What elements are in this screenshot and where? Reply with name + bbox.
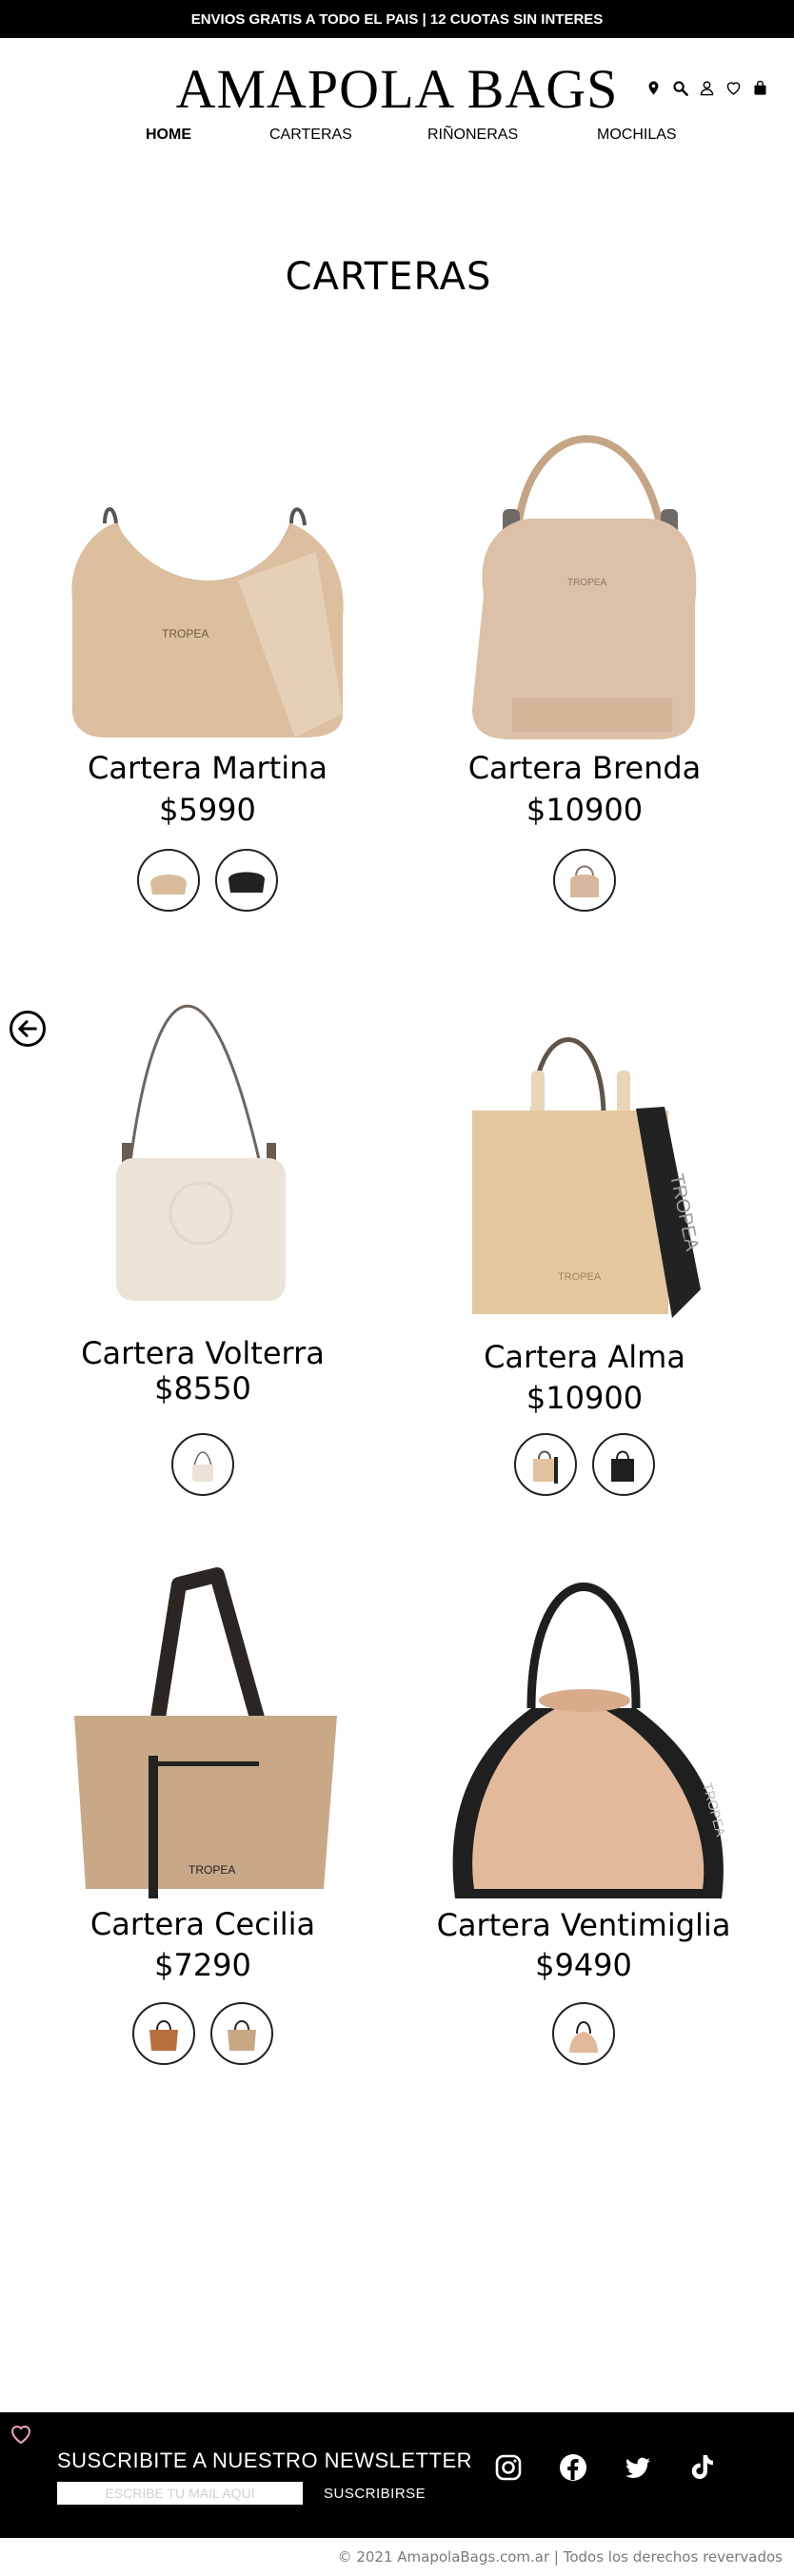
product-image[interactable]: TROPEA (427, 1537, 741, 1908)
color-swatch[interactable] (137, 849, 200, 912)
page-title: CARTERAS (285, 255, 492, 299)
color-swatches (67, 1433, 339, 1496)
newsletter-email-input[interactable] (57, 2482, 303, 2505)
product-name[interactable]: Cartera Cecilia (65, 1906, 341, 1942)
product-image[interactable]: TROPEA (446, 395, 724, 747)
product-image[interactable]: TROPEA (65, 1565, 341, 1908)
svg-text:TROPEA: TROPEA (162, 627, 208, 640)
product-card[interactable]: TROPEA Cartera Martina $5990 (67, 495, 348, 923)
color-swatch[interactable] (592, 1433, 655, 1496)
color-swatch[interactable] (132, 2002, 195, 2065)
product-card[interactable]: TROPEA Cartera Brenda $10900 (446, 395, 724, 923)
svg-text:TROPEA: TROPEA (567, 578, 606, 588)
user-icon[interactable] (699, 80, 715, 96)
header-icons (645, 80, 768, 96)
social-links (493, 2452, 718, 2483)
search-icon[interactable] (672, 80, 688, 96)
color-swatch[interactable] (171, 1433, 234, 1496)
promo-text: ENVIOS GRATIS A TODO EL PAIS | 12 CUOTAS… (190, 10, 604, 28)
color-swatch[interactable] (215, 849, 278, 912)
color-swatches (446, 849, 724, 912)
product-image[interactable]: TROPEA TROPEA (446, 1004, 724, 1318)
heart-outline-icon[interactable] (10, 2424, 32, 2449)
heart-icon[interactable] (725, 80, 742, 96)
product-name[interactable]: Cartera Alma (446, 1339, 724, 1375)
product-name[interactable]: Cartera Volterra (67, 1335, 339, 1371)
product-card[interactable]: TROPEA Cartera Ventimiglia $9490 (427, 1537, 741, 2070)
nav-mochilas[interactable]: MOCHILAS (597, 127, 677, 144)
site-footer: SUSCRIBITE A NUESTRO NEWSLETTER SUSCRIBI… (0, 2412, 794, 2538)
product-card[interactable]: TROPEA TROPEA Cartera Alma $10900 (446, 1004, 724, 1499)
product-price: $7290 (154, 1947, 251, 1983)
product-price: $5990 (159, 792, 256, 828)
product-price: $10900 (526, 1380, 644, 1416)
svg-text:TROPEA: TROPEA (189, 1863, 235, 1877)
instagram-icon[interactable] (493, 2452, 524, 2483)
color-swatch[interactable] (552, 2002, 615, 2065)
product-name[interactable]: Cartera Martina (67, 750, 348, 786)
twitter-icon[interactable] (623, 2452, 653, 2483)
product-price: $8550 (154, 1370, 251, 1406)
color-swatches (65, 2002, 341, 2065)
color-swatches (446, 1433, 724, 1496)
color-swatch[interactable] (210, 2002, 273, 2065)
product-name[interactable]: Cartera Brenda (446, 750, 724, 786)
color-swatches (427, 2002, 741, 2065)
promo-bar: ENVIOS GRATIS A TODO EL PAIS | 12 CUOTAS… (0, 0, 794, 38)
nav-home[interactable]: HOME (146, 127, 191, 144)
arrow-left-icon (18, 1020, 37, 1037)
subscribe-button[interactable]: SUSCRIBIRSE (324, 2482, 426, 2505)
product-card[interactable]: Cartera Volterra $8550 (67, 937, 339, 1499)
bag-icon[interactable] (752, 80, 768, 96)
main-nav: HOME CARTERAS RIÑONERAS MOCHILAS (0, 127, 794, 146)
product-card[interactable]: TROPEA Cartera Cecilia $7290 (65, 1565, 341, 2070)
facebook-icon[interactable] (558, 2452, 588, 2483)
color-swatch[interactable] (514, 1433, 577, 1496)
svg-text:TROPEA: TROPEA (558, 1271, 602, 1283)
tiktok-icon[interactable] (687, 2452, 718, 2483)
color-swatch[interactable] (553, 849, 616, 912)
product-price: $10900 (526, 792, 644, 828)
newsletter-title: SUSCRIBITE A NUESTRO NEWSLETTER (57, 2448, 473, 2472)
location-icon[interactable] (645, 80, 662, 96)
nav-carteras[interactable]: CARTERAS (269, 127, 352, 144)
copyright-text: © 2021 AmapolaBags.com.ar | Todos los de… (337, 2548, 783, 2566)
product-name[interactable]: Cartera Ventimiglia (427, 1907, 741, 1943)
product-price: $9490 (535, 1947, 632, 1983)
product-image[interactable] (67, 937, 339, 1318)
nav-rinoneras[interactable]: RIÑONERAS (427, 127, 518, 144)
product-image[interactable]: TROPEA (67, 495, 348, 742)
color-swatches (67, 849, 348, 912)
back-button[interactable] (10, 1011, 46, 1047)
